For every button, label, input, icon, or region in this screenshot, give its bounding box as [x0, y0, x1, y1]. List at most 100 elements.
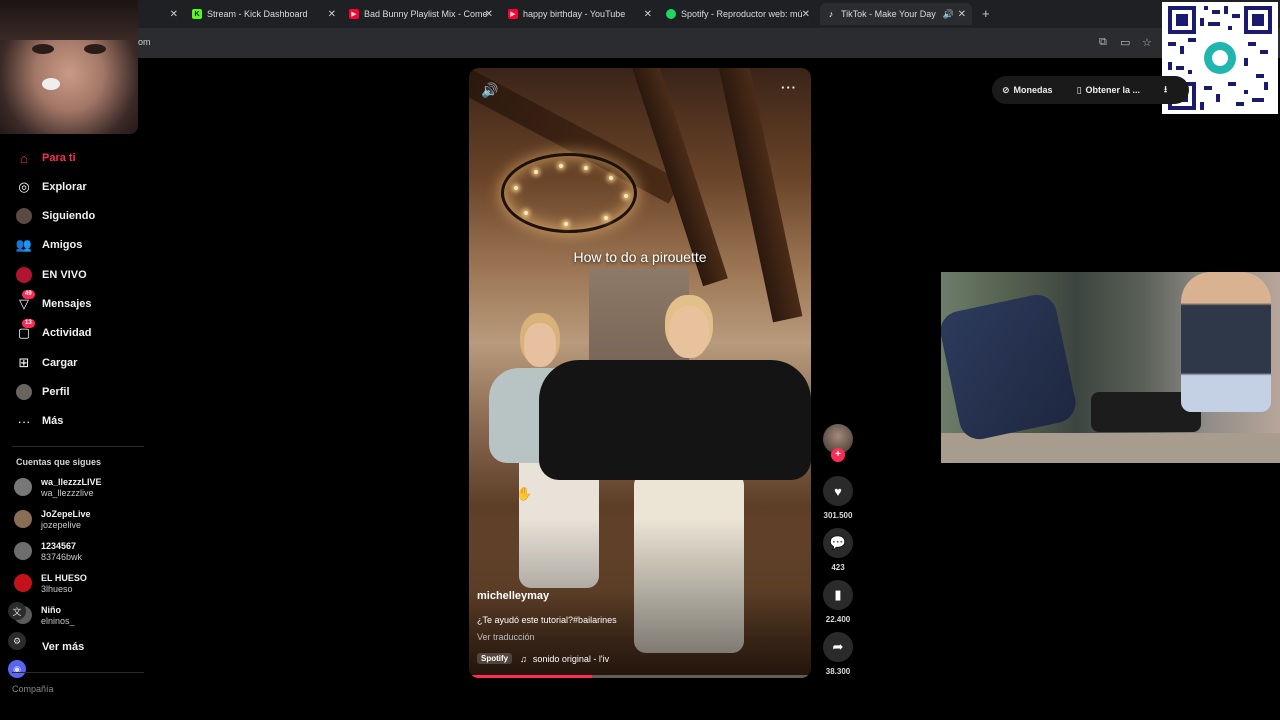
video-player[interactable]: How to do a pirouette 🔊 ··· michelleymay…	[469, 68, 811, 678]
close-icon[interactable]: ✕	[644, 9, 652, 20]
sidebar-item-label: Más	[42, 415, 64, 427]
sidebar-item-label: Explorar	[42, 181, 87, 193]
translate-icon[interactable]: 文	[8, 602, 26, 620]
follow-plus-icon[interactable]: +	[831, 448, 845, 462]
new-tab-button[interactable]: +	[982, 6, 990, 21]
close-icon[interactable]: ✕	[170, 9, 178, 20]
compass-icon: ◎	[18, 179, 30, 194]
sidebar-item-mensajes[interactable]: ▽ 49 Mensajes	[16, 290, 92, 314]
tab-happy-birthday[interactable]: ▶ happy birthday - YouTube ✕	[508, 3, 652, 25]
speaker-icon[interactable]: 🔊	[943, 9, 954, 20]
sidebar-item-label: Perfil	[42, 386, 70, 398]
video-caption-overlay: How to do a pirouette	[573, 249, 707, 265]
save-count: 22.400	[825, 615, 851, 624]
account-name: wa_llezzzLIVE	[41, 477, 102, 487]
tiktok-icon: ♪	[828, 9, 834, 19]
tab-bad-bunny[interactable]: ▶ Bad Bunny Playlist Mix - Come ✕	[349, 3, 493, 25]
heart-icon[interactable]: ♥	[823, 476, 853, 506]
bookmark-icon[interactable]: ▮	[823, 580, 853, 610]
sidebar-item-label: Para ti	[42, 152, 76, 164]
share-icon[interactable]: ➦	[823, 632, 853, 662]
settings-icon[interactable]: ⚙	[8, 632, 26, 650]
volume-icon[interactable]: 🔊	[481, 82, 498, 99]
tab-title: Bad Bunny Playlist Mix - Come	[364, 9, 488, 19]
music-info[interactable]: Spotify ♫ sonido original - l'iv	[477, 653, 609, 664]
tab-spotify[interactable]: Spotify - Reproductor web: mú ✕	[666, 3, 810, 25]
sidebar-item-label: Cargar	[42, 357, 78, 369]
avatar	[14, 478, 32, 496]
address-text[interactable]: om	[138, 37, 151, 47]
top-actions: ⊘ Monedas ▯ Obtener la ... ⭳	[992, 76, 1190, 104]
sidebar-item-explorar[interactable]: ◎ Explorar	[16, 177, 87, 197]
close-icon[interactable]: ✕	[485, 9, 493, 20]
close-icon[interactable]: ✕	[802, 9, 810, 20]
sidebar-item-label: Amigos	[42, 239, 83, 251]
sidebar-item-actividad[interactable]: ▢ 13 Actividad	[16, 319, 92, 343]
mouse-cursor-icon: ✋	[516, 486, 533, 501]
tab-close-previous[interactable]: ✕	[168, 3, 178, 25]
close-icon[interactable]: ✕	[328, 9, 336, 20]
live-icon	[16, 267, 32, 283]
person	[1181, 272, 1271, 412]
sidebar-item-label: Mensajes	[42, 298, 92, 310]
messages-icon: ▽ 49	[16, 290, 35, 312]
share-count: 38.300	[825, 667, 851, 676]
music-note-icon: ♫	[520, 653, 527, 664]
divider	[12, 446, 144, 447]
sidebar-item-amigos[interactable]: 👥 Amigos	[16, 235, 82, 255]
comment-button[interactable]: 💬 423	[818, 528, 858, 572]
avatar	[14, 574, 32, 592]
account-handle: elninos_	[41, 616, 75, 626]
sidebar-item-perfil[interactable]: Perfil	[16, 382, 70, 402]
following-account[interactable]: EL HUESO 3lhueso	[14, 573, 87, 595]
cast-icon[interactable]: ▭	[1120, 36, 1130, 49]
spotify-tag[interactable]: Spotify	[477, 653, 513, 664]
sidebar-item-label: Siguiendo	[42, 210, 96, 222]
video-progress-bar[interactable]	[469, 675, 811, 678]
kick-icon: K	[192, 9, 202, 19]
video-progress-fill	[469, 675, 593, 678]
download-icon[interactable]: ⭳	[1164, 82, 1167, 98]
dancer-left	[524, 323, 556, 367]
following-section-title: Cuentas que sigues	[16, 457, 102, 467]
sidebar-item-cargar[interactable]: ⊞ Cargar	[16, 353, 78, 373]
coins-button[interactable]: ⊘ Monedas	[1002, 85, 1065, 96]
discord-icon[interactable]: ◉	[8, 660, 26, 678]
like-button[interactable]: ♥ 301.500	[818, 476, 858, 520]
comment-icon[interactable]: 💬	[823, 528, 853, 558]
video-author[interactable]: michelleymay	[477, 590, 549, 602]
save-button[interactable]: ▮ 22.400	[818, 580, 858, 624]
dancer-right	[669, 306, 709, 358]
avatar	[14, 542, 32, 560]
company-section-title: Compañía	[12, 684, 54, 694]
share-button[interactable]: ➦ 38.300	[818, 632, 858, 676]
microphone-icon	[42, 78, 60, 90]
tab-tiktok[interactable]: ♪ TikTok - Make Your Day 🔊 ✕	[820, 3, 972, 25]
tab-title: TikTok - Make Your Day	[841, 9, 936, 19]
sidebar-item-para-ti[interactable]: ⌂ Para ti	[16, 148, 76, 168]
sidebar-item-label: Actividad	[42, 327, 92, 339]
address-bar[interactable]: om ⧉ ▭ ☆	[0, 28, 1280, 58]
sidebar-item-siguiendo[interactable]: Siguiendo	[16, 206, 95, 226]
following-account[interactable]: wa_llezzzLIVE wa_llezzzlive	[14, 477, 102, 499]
secondary-webcam	[941, 272, 1280, 463]
see-more-button[interactable]: Ver más	[42, 641, 84, 653]
dancer-right	[539, 360, 811, 480]
tab-title: happy birthday - YouTube	[523, 9, 626, 19]
following-account[interactable]: 1234567 83746bwk	[14, 541, 82, 563]
get-app-button[interactable]: ▯ Obtener la ...	[1077, 85, 1152, 96]
more-options-icon[interactable]: ···	[781, 80, 797, 95]
translate-icon[interactable]: ⧉	[1099, 36, 1107, 49]
comment-count: 423	[831, 563, 845, 572]
streamer-webcam	[0, 0, 138, 134]
upload-icon: ⊞	[18, 355, 30, 370]
video-description[interactable]: ¿Te ayudó este tutorial?#bailarines	[477, 615, 617, 625]
bookmark-star-icon[interactable]: ☆	[1142, 36, 1152, 49]
close-icon[interactable]: ✕	[958, 9, 966, 20]
following-account[interactable]: JoZepeLive jozepelive	[14, 509, 91, 531]
sidebar-item-en-vivo[interactable]: EN VIVO	[16, 265, 87, 285]
like-count: 301.500	[823, 511, 853, 520]
tab-kick-dashboard[interactable]: K Stream - Kick Dashboard ✕	[192, 3, 336, 25]
see-translation-link[interactable]: Ver traducción	[477, 632, 535, 642]
sidebar-item-mas[interactable]: ··· Más	[16, 411, 64, 431]
